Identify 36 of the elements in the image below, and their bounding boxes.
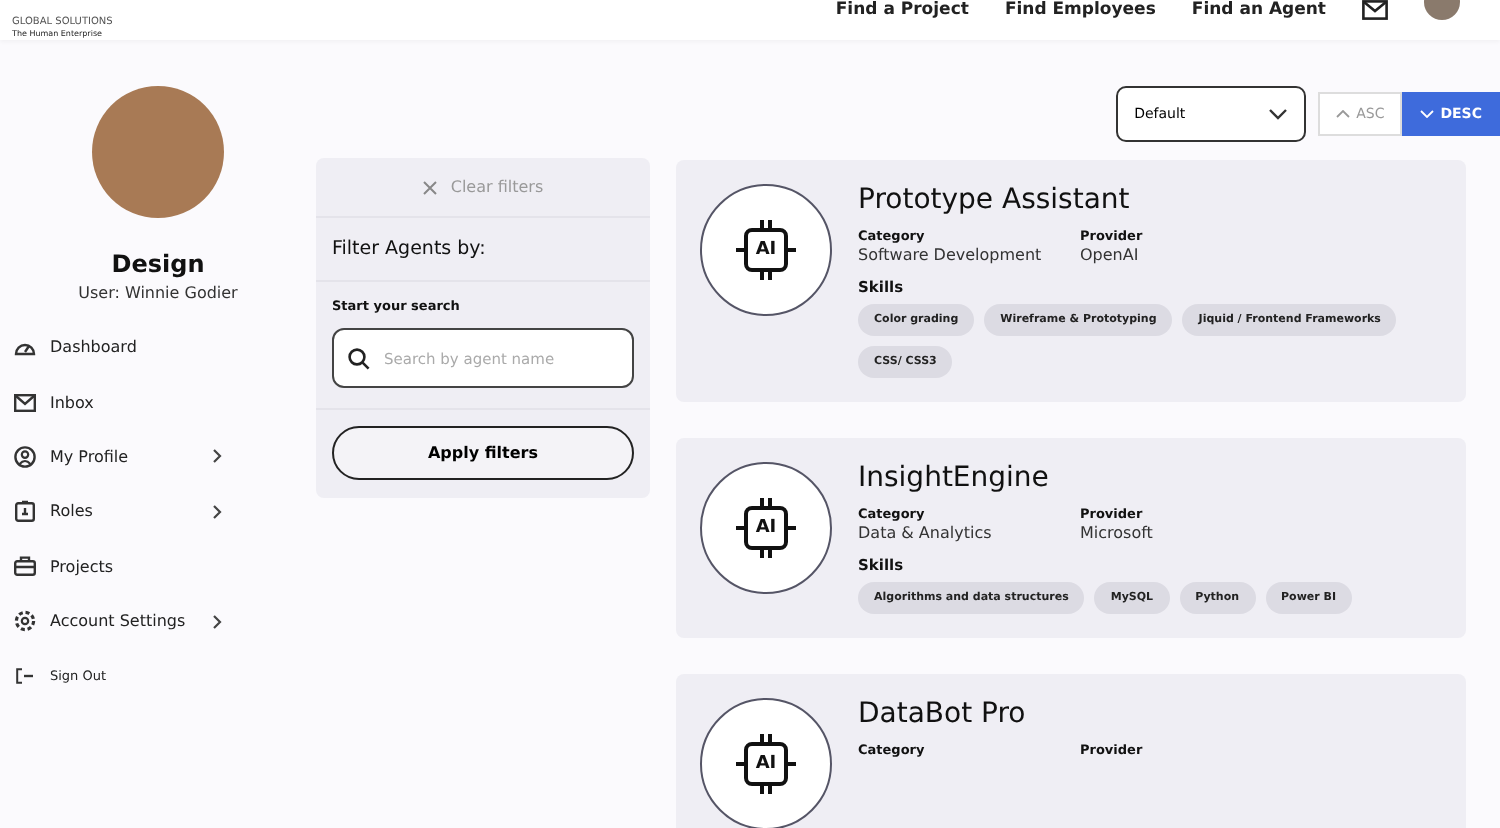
nav-link[interactable]: Find a Project [835,0,969,24]
sidebar-item[interactable]: Roles [14,484,222,540]
category-value: Data & Analytics [858,524,994,542]
nav-link[interactable]: Find an Agent [1191,0,1326,24]
sidebar-item[interactable]: My Profile [14,429,222,485]
ai-chip-icon: AI [700,698,832,828]
provider-value: Microsoft [1080,524,1153,542]
mail-icon[interactable] [1362,0,1388,20]
provider-value: OpenAI [1080,246,1141,264]
sign-out-icon [14,668,36,685]
user-icon [14,445,36,468]
close-icon [422,179,439,195]
nav-link[interactable]: Find Employees [1004,0,1156,24]
sidebar-item[interactable]: Account Settings [14,593,222,649]
category-value: Software Development [858,246,1044,264]
sidebar-item[interactable]: Dashboard [14,320,222,375]
apply-filters-button[interactable]: Apply filters [332,426,634,480]
id-badge-icon [14,500,36,523]
chevron-up-icon [1336,110,1351,118]
chevron-icon [1268,108,1289,120]
chevron-down-icon [1420,110,1435,118]
gauge-icon [14,338,36,357]
sidebar-item[interactable]: Projects [14,539,222,594]
ai-chip-icon: AI [700,184,832,316]
agent-name: Prototype Assistant [858,184,1132,216]
profile-user: User: Winnie Godier [78,284,238,302]
sidebar-item[interactable]: Inbox [14,374,222,430]
search-icon [348,348,370,370]
filter-title: Filter Agents by: [316,218,650,282]
mail-icon [14,393,36,412]
agent-name: InsightEngine [858,462,1051,494]
briefcase-icon [14,556,36,577]
profile-title: Design [111,250,205,278]
ai-chip-icon: AI [700,462,832,594]
settings-icon [14,610,36,633]
agent-name: DataBot Pro [858,698,1028,730]
